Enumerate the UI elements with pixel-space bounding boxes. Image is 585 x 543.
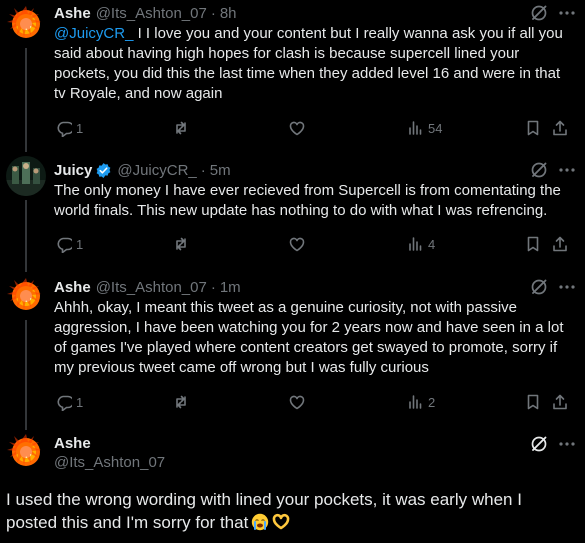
thread-line bbox=[25, 48, 27, 152]
more-icon[interactable] bbox=[557, 3, 577, 23]
avatar[interactable] bbox=[6, 156, 46, 196]
reply-button[interactable]: 1 bbox=[54, 392, 83, 412]
user-handle[interactable]: @JuicyCR_ bbox=[117, 162, 196, 179]
grok-icon[interactable] bbox=[529, 277, 549, 297]
post-text: Ahhh, okay, I meant this tweet as a genu… bbox=[54, 299, 564, 376]
share-button[interactable] bbox=[551, 234, 569, 254]
crying-face-icon bbox=[252, 513, 269, 531]
grok-icon[interactable] bbox=[529, 434, 549, 454]
more-icon[interactable] bbox=[557, 160, 577, 180]
reply-count: 1 bbox=[76, 236, 84, 252]
action-bar: 1 54 bbox=[54, 118, 574, 138]
reply-button[interactable]: 1 bbox=[54, 118, 83, 138]
reply-post-1[interactable]: Ashe @Its_Ashton_07 · 8h @JuicyCR_ I I l… bbox=[0, 0, 585, 152]
thread-line bbox=[25, 200, 27, 272]
bookmark-button[interactable] bbox=[524, 118, 542, 138]
separator-dot: · bbox=[200, 161, 206, 179]
grok-icon[interactable] bbox=[529, 160, 549, 180]
share-button[interactable] bbox=[551, 392, 569, 412]
action-bar: 1 2 bbox=[54, 392, 574, 412]
display-name[interactable]: Juicy bbox=[54, 162, 92, 179]
repost-button[interactable] bbox=[172, 392, 190, 412]
views-count: 2 bbox=[428, 394, 436, 410]
repost-button[interactable] bbox=[172, 234, 190, 254]
display-name[interactable]: Ashe bbox=[54, 434, 165, 453]
views-button[interactable]: 54 bbox=[406, 118, 442, 138]
main-post-text: I used the wrong wording with lined your… bbox=[6, 488, 575, 534]
avatar[interactable] bbox=[6, 4, 46, 44]
more-icon[interactable] bbox=[557, 434, 577, 454]
share-button[interactable] bbox=[551, 118, 569, 138]
reply-post-3[interactable]: Ashe @Its_Ashton_07 · 1m Ahhh, okay, I m… bbox=[0, 272, 585, 430]
like-button[interactable] bbox=[288, 234, 306, 254]
display-name[interactable]: Ashe bbox=[54, 5, 91, 22]
post-text: @JuicyCR_ I I love you and your content … bbox=[54, 24, 573, 104]
verified-badge-icon bbox=[96, 162, 111, 178]
views-count: 4 bbox=[428, 236, 436, 252]
reply-count: 1 bbox=[76, 120, 84, 136]
reply-button[interactable]: 1 bbox=[54, 234, 83, 254]
views-button[interactable]: 4 bbox=[406, 234, 435, 254]
mention-link[interactable]: @JuicyCR_ bbox=[54, 25, 133, 42]
views-button[interactable]: 2 bbox=[406, 392, 435, 412]
display-name[interactable]: Ashe bbox=[54, 279, 91, 296]
repost-button[interactable] bbox=[172, 118, 190, 138]
thread-line bbox=[25, 320, 27, 430]
like-button[interactable] bbox=[288, 118, 306, 138]
post-text: The only money I have ever recieved from… bbox=[54, 182, 561, 219]
post-header: Ashe @Its_Ashton_07 · 8h bbox=[54, 3, 575, 23]
avatar[interactable] bbox=[6, 432, 46, 472]
separator-dot: · bbox=[210, 278, 216, 296]
timestamp[interactable]: 8h bbox=[220, 5, 237, 22]
timestamp[interactable]: 5m bbox=[210, 162, 231, 179]
bookmark-button[interactable] bbox=[524, 234, 542, 254]
bookmark-button[interactable] bbox=[524, 392, 542, 412]
heart-hands-icon bbox=[272, 513, 290, 530]
reply-count: 1 bbox=[76, 394, 84, 410]
more-icon[interactable] bbox=[557, 277, 577, 297]
views-count: 54 bbox=[428, 120, 443, 136]
timestamp[interactable]: 1m bbox=[220, 279, 241, 296]
user-handle[interactable]: @Its_Ashton_07 bbox=[54, 453, 165, 473]
reply-post-2[interactable]: Juicy @JuicyCR_ · 5m The only money I ha… bbox=[0, 152, 585, 272]
action-bar: 1 4 bbox=[54, 234, 574, 254]
post-header: Ashe @Its_Ashton_07 · 1m bbox=[54, 277, 575, 297]
avatar[interactable] bbox=[6, 276, 46, 316]
grok-icon[interactable] bbox=[529, 3, 549, 23]
post-header: Ashe @Its_Ashton_07 bbox=[54, 434, 165, 473]
separator-dot: · bbox=[210, 4, 216, 22]
like-button[interactable] bbox=[288, 392, 306, 412]
user-handle[interactable]: @Its_Ashton_07 bbox=[96, 5, 207, 22]
post-header: Juicy @JuicyCR_ · 5m bbox=[54, 160, 575, 180]
user-handle[interactable]: @Its_Ashton_07 bbox=[96, 279, 207, 296]
